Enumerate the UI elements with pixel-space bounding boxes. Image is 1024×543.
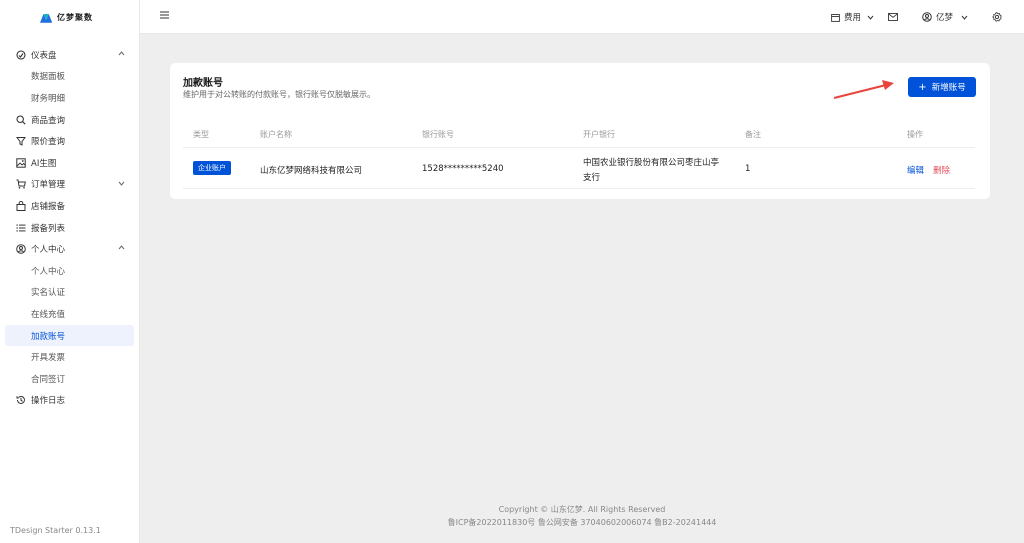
list-icon [15,222,26,233]
table-divider [183,188,975,189]
menu-toggle-icon[interactable] [160,11,169,19]
sidebar-item-recharge[interactable]: 在线充值 [0,303,139,325]
add-account-label: 新增账号 [931,83,966,93]
sidebar-item-label: 加款账号 [31,331,66,342]
chevron-up-icon [118,51,125,56]
sidebar-item-store-report[interactable]: 店铺报备 [0,195,139,217]
mail-icon [888,13,898,21]
page-subtitle: 维护用于对公转账的付款账号，银行账号仅脱敏展示。 [183,90,375,99]
settings-button[interactable] [992,12,1002,22]
user-name: 亿梦 [935,13,953,23]
sidebar-item-label: 操作日志 [31,396,66,407]
sidebar-item-label: 报备列表 [31,223,66,234]
sidebar-item-label: 仪表盘 [31,50,57,61]
history-icon [15,395,26,406]
bank-account-cell: 1528*********5240 [422,164,504,174]
bag-icon [15,200,26,211]
add-account-button[interactable]: + 新增账号 [908,77,976,97]
table-divider [183,147,975,148]
page-footer: Copyright © 山东亿梦. All Rights Reserved 鲁I… [140,503,1024,529]
top-header: 费用 亿梦 [140,0,1024,34]
sidebar-item-price-limit[interactable]: 限价查询 [0,130,139,152]
chevron-down-icon [961,15,968,20]
sidebar-item-label: 商品查询 [31,115,66,126]
sidebar-item-operation-log[interactable]: 操作日志 [0,390,139,412]
column-header-bank: 开户银行 [583,130,615,139]
sidebar-item-label: 个人中心 [31,245,66,256]
sidebar-item-label: 在线充值 [31,309,66,320]
sidebar-item-personal-center[interactable]: 个人中心 [0,238,139,260]
sidebar-item-label: 数据面板 [31,72,66,83]
bank-cell-line2: 支行 [583,173,601,183]
account-name-cell: 山东亿梦网络科技有限公司 [260,166,363,176]
image-icon [15,157,26,168]
chevron-up-icon [118,245,125,250]
logo-text: 亿梦聚数 [57,12,93,22]
sidebar-item-ai-image[interactable]: AI生图 [0,152,139,174]
edit-link[interactable]: 编辑 [907,164,924,176]
plus-icon: + [918,81,927,93]
sidebar-item-label: 订单管理 [31,180,66,191]
sidebar: 亿梦聚数 仪表盘 数据面板 财务明细 商品查询 限价查询 AI生图 订单管理 店… [0,0,140,543]
dashboard-icon [15,49,26,60]
chevron-down-icon [867,15,874,20]
sidebar-item-label: 开具发票 [31,353,66,364]
sidebar-item-label: 实名认证 [31,288,66,299]
calendar-icon [831,13,840,22]
sidebar-item-payment-accounts[interactable]: 加款账号 [5,324,134,347]
sidebar-item-orders[interactable]: 订单管理 [0,174,139,196]
column-header-account-name: 账户名称 [260,130,292,139]
sidebar-item-contract[interactable]: 合同签订 [0,368,139,390]
sidebar-item-verification[interactable]: 实名认证 [0,282,139,304]
column-header-actions: 操作 [907,130,923,139]
filter-icon [15,136,26,147]
sidebar-item-finance[interactable]: 财务明细 [0,87,139,109]
page-title: 加款账号 [183,78,223,89]
sidebar-item-report-list[interactable]: 报备列表 [0,217,139,239]
logo[interactable]: 亿梦聚数 [0,0,139,34]
sidebar-item-label: AI生图 [31,158,57,169]
version-label: TDesign Starter 0.13.1 [10,526,101,535]
copyright-text: Copyright © 山东亿梦. All Rights Reserved [498,505,666,514]
sidebar-nav: 仪表盘 数据面板 财务明细 商品查询 限价查询 AI生图 订单管理 店铺报备 报… [0,34,139,411]
sidebar-item-personal[interactable]: 个人中心 [0,260,139,282]
sidebar-item-label: 限价查询 [31,137,66,148]
mail-button[interactable] [888,13,898,21]
column-header-note: 备注 [745,130,761,139]
icp-text: 鲁ICP备2022011830号 鲁公网安备 37040602006074 鲁B… [447,518,717,527]
sidebar-item-product-search[interactable]: 商品查询 [0,109,139,131]
gear-icon [992,12,1002,22]
fee-dropdown[interactable]: 费用 [831,11,874,23]
sidebar-item-invoice[interactable]: 开具发票 [0,346,139,368]
note-cell: 1 [745,164,751,174]
search-icon [15,114,26,125]
user-circle-icon [922,12,932,22]
user-dropdown[interactable]: 亿梦 [922,11,968,23]
logo-icon [40,13,53,23]
delete-link[interactable]: 删除 [933,164,950,176]
header-actions: 费用 亿梦 [831,0,1024,34]
sidebar-item-dashboard[interactable]: 仪表盘 [0,44,139,66]
sidebar-item-data-panel[interactable]: 数据面板 [0,66,139,88]
column-header-type: 类型 [193,130,209,139]
annotation-arrow-icon [833,80,894,99]
column-header-bank-account: 银行账号 [422,130,454,139]
sidebar-item-label: 店铺报备 [31,201,66,212]
sidebar-item-label: 合同签订 [31,374,66,385]
sidebar-item-label: 财务明细 [31,93,66,104]
sidebar-item-label: 个人中心 [31,266,66,277]
chevron-down-icon [118,181,125,186]
user-circle-icon [15,244,26,255]
fee-label: 费用 [843,13,861,23]
account-type-badge: 企业账户 [193,161,231,175]
bank-cell-line1: 中国农业银行股份有限公司枣庄山亭 [583,158,720,168]
cart-icon [15,179,26,190]
